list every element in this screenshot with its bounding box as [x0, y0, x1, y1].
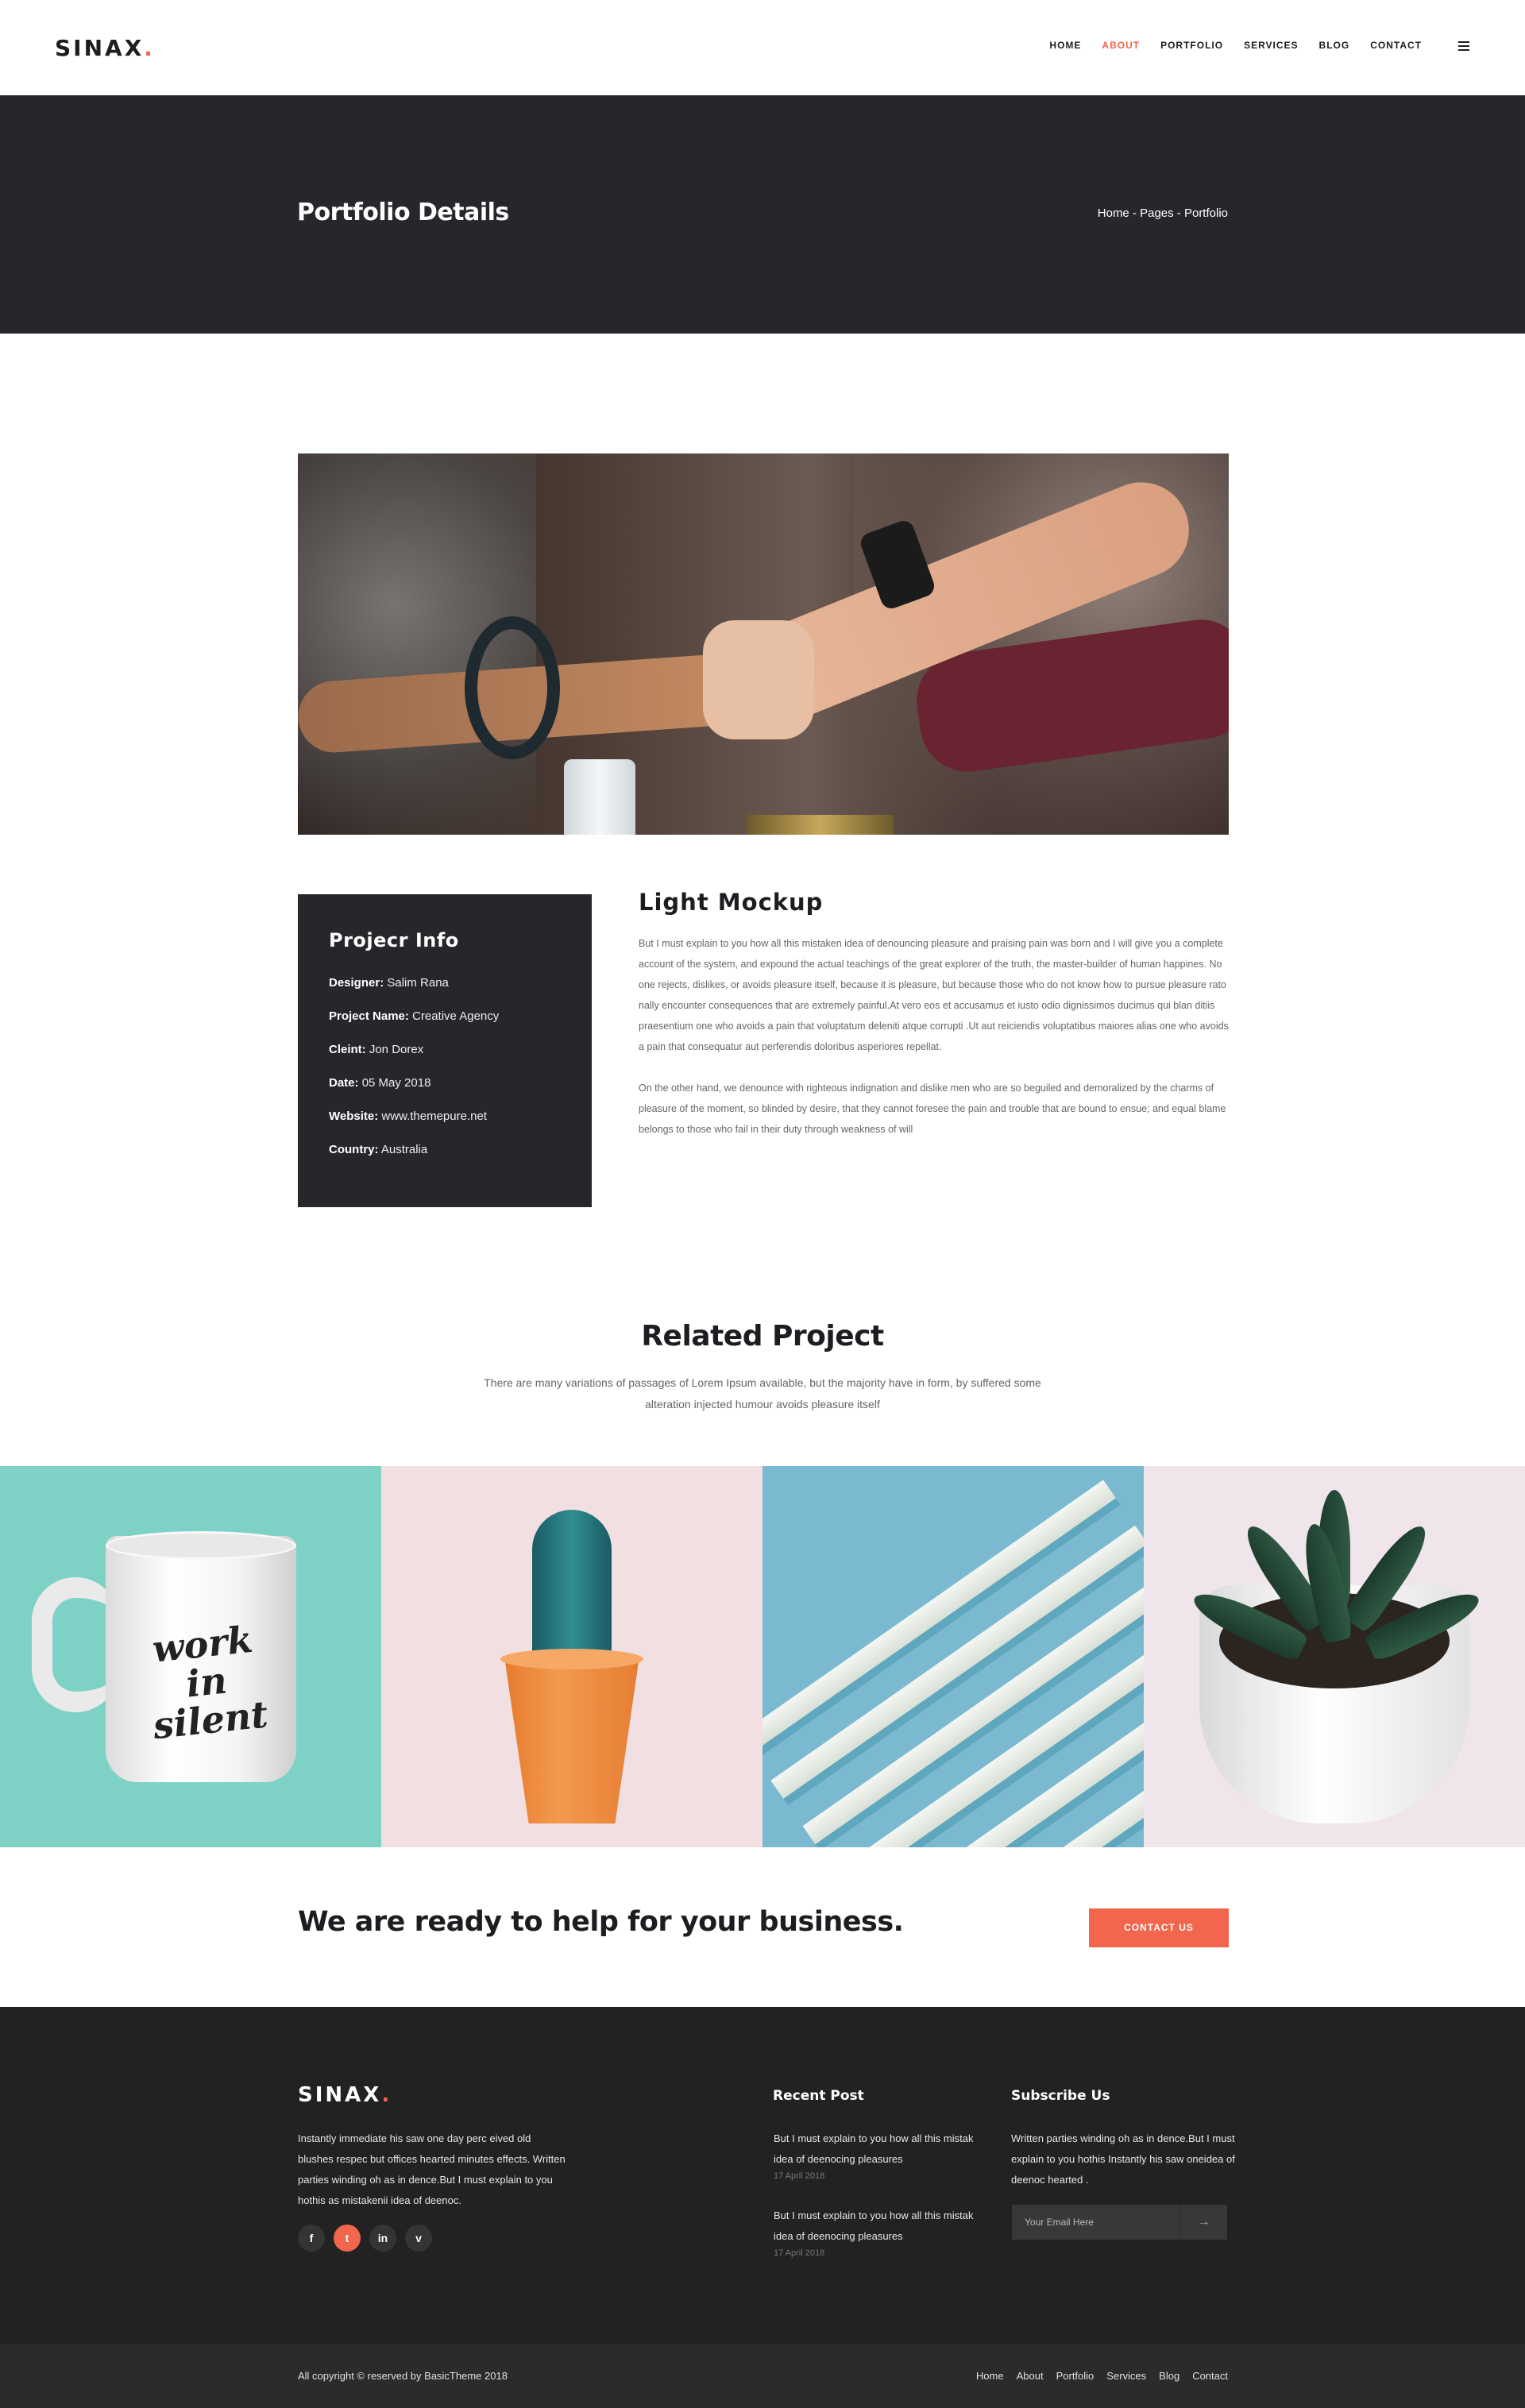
subscribe-title: Subscribe Us: [1011, 2088, 1110, 2104]
facebook-icon[interactable]: f: [298, 2225, 325, 2252]
nav-blog[interactable]: BLOG: [1319, 40, 1350, 51]
nav-about[interactable]: ABOUT: [1102, 40, 1140, 51]
email-input[interactable]: [1012, 2205, 1179, 2240]
hamburger-icon[interactable]: [1458, 41, 1469, 51]
bottom-bar: All copyright © reserved by BasicTheme 2…: [0, 2344, 1525, 2408]
nav-services[interactable]: SERVICES: [1244, 40, 1298, 51]
related-project-subtitle: There are many variations of passages of…: [484, 1376, 1041, 1410]
info-project-name: Project Name: Creative Agency: [329, 1009, 500, 1023]
info-website: Website: www.themepure.net: [329, 1109, 487, 1123]
breadcrumb[interactable]: Home - Pages - Portfolio: [1098, 206, 1228, 220]
page-title: Portfolio Details: [297, 199, 509, 226]
site-logo[interactable]: SINAX.: [55, 35, 155, 61]
related-item-building[interactable]: [762, 1466, 1144, 1847]
footer-link-portfolio[interactable]: Portfolio: [1056, 2370, 1095, 2382]
description-paragraph-2: On the other hand, we denounce with righ…: [639, 1082, 1226, 1135]
project-title: Light Mockup: [639, 889, 824, 916]
copyright-text: All copyright © reserved by BasicTheme 2…: [298, 2370, 508, 2382]
related-item-mug[interactable]: work in silent: [0, 1466, 381, 1847]
recent-post-item[interactable]: But I must explain to you how all this m…: [774, 2205, 980, 2258]
footer-link-about[interactable]: About: [1017, 2370, 1044, 2382]
vimeo-icon[interactable]: v: [405, 2225, 432, 2252]
project-description: Light Mockup But I must explain to you h…: [639, 889, 1230, 1160]
footer-nav: Home About Portfolio Services Blog Conta…: [976, 2370, 1228, 2382]
site-footer: SINAX. Instantly immediate his saw one d…: [0, 2007, 1525, 2344]
social-links: f t in v: [298, 2225, 432, 2252]
nav-contact[interactable]: CONTACT: [1370, 40, 1422, 51]
site-header: SINAX. HOME ABOUT PORTFOLIO SERVICES BLO…: [0, 0, 1525, 95]
mug-lettering: work in silent: [150, 1617, 270, 1748]
main-nav: HOME ABOUT PORTFOLIO SERVICES BLOG CONTA…: [1049, 40, 1422, 51]
nav-home[interactable]: HOME: [1049, 40, 1081, 51]
info-country: Country: Australia: [329, 1143, 428, 1156]
footer-link-home[interactable]: Home: [976, 2370, 1004, 2382]
linkedin-icon[interactable]: in: [369, 2225, 396, 2252]
subscribe-text: Written parties winding oh as in dence.B…: [1011, 2132, 1235, 2186]
twitter-icon[interactable]: t: [334, 2225, 361, 2252]
recent-post-title: Recent Post: [773, 2088, 864, 2104]
description-paragraph-1: But I must explain to you how all this m…: [639, 938, 1229, 1052]
info-client: Cleint: Jon Dorex: [329, 1043, 424, 1056]
info-date: Date: 05 May 2018: [329, 1076, 431, 1090]
footer-link-services[interactable]: Services: [1106, 2370, 1146, 2382]
footer-logo[interactable]: SINAX.: [298, 2083, 392, 2107]
page-banner: Portfolio Details Home - Pages - Portfol…: [0, 95, 1525, 334]
project-info-box: Projecr Info Designer: Salim Rana Projec…: [298, 894, 592, 1207]
footer-link-contact[interactable]: Contact: [1192, 2370, 1228, 2382]
related-gallery: work in silent: [0, 1466, 1525, 1847]
portfolio-hero-image: [298, 453, 1229, 835]
subscribe-form: →: [1012, 2205, 1227, 2240]
info-designer: Designer: Salim Rana: [329, 976, 449, 990]
footer-link-blog[interactable]: Blog: [1159, 2370, 1179, 2382]
arrow-right-icon[interactable]: →: [1179, 2205, 1227, 2240]
related-item-cactus[interactable]: [381, 1466, 762, 1847]
cta-heading: We are ready to help for your business.: [298, 1906, 904, 1938]
related-project-title: Related Project: [641, 1320, 884, 1353]
nav-portfolio[interactable]: PORTFOLIO: [1160, 40, 1223, 51]
recent-post-item[interactable]: But I must explain to you how all this m…: [774, 2128, 980, 2181]
contact-us-button[interactable]: CONTACT US: [1089, 1908, 1229, 1947]
project-info-title: Projecr Info: [329, 929, 459, 951]
footer-about-text: Instantly immediate his saw one day perc…: [298, 2132, 566, 2206]
related-item-succulent[interactable]: [1144, 1466, 1525, 1847]
